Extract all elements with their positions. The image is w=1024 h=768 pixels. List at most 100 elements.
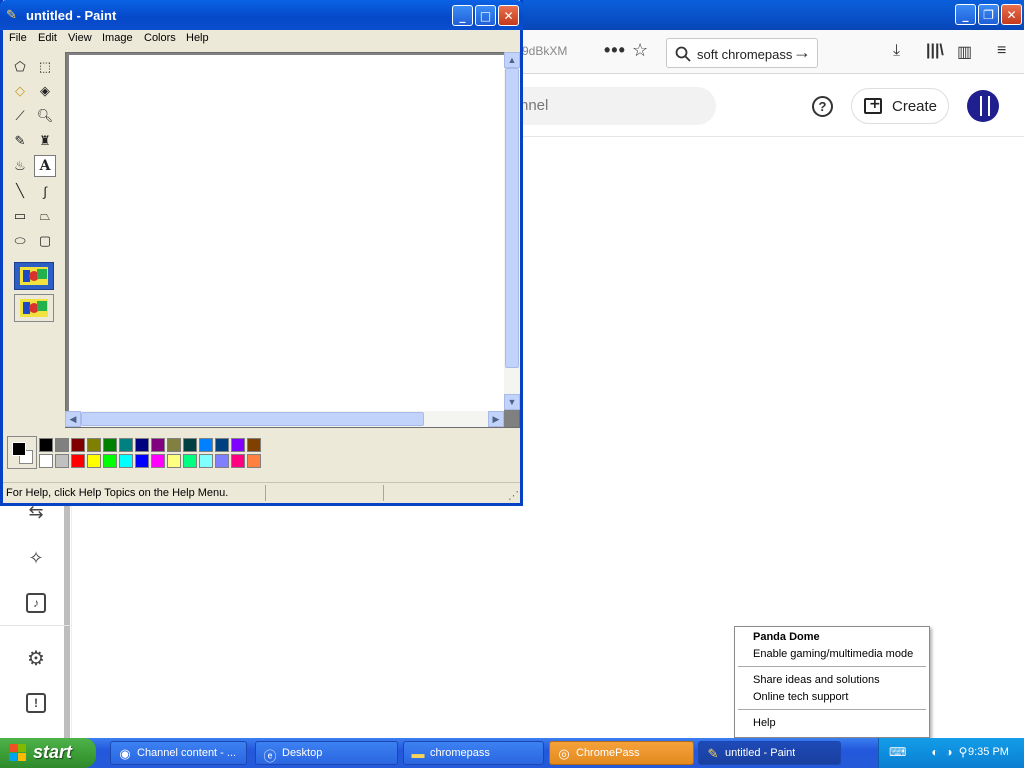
ellipse-icon[interactable]: ⬭ [9, 230, 31, 252]
palette-color-swatch[interactable] [151, 438, 165, 452]
task-paint[interactable]: ✎ untitled - Paint [698, 741, 841, 765]
settings-gear-icon[interactable]: ⚙ [24, 646, 48, 670]
palette-color-swatch[interactable] [167, 454, 181, 468]
task-desktop[interactable]: ⓔ Desktop [255, 741, 398, 765]
palette-color-swatch[interactable] [71, 454, 85, 468]
menu-edit[interactable]: Edit [38, 32, 57, 44]
paint-minimize-button[interactable]: _ [452, 5, 473, 26]
text-tool-icon[interactable]: A [34, 155, 56, 177]
palette-color-swatch[interactable] [103, 454, 117, 468]
drawing-canvas[interactable] [69, 55, 504, 412]
help-icon[interactable]: ? [812, 96, 833, 117]
airbrush-icon[interactable]: ♨ [9, 155, 31, 177]
keyboard-icon[interactable]: ⌨ [889, 745, 906, 761]
menu-title-panda-dome[interactable]: Panda Dome [753, 631, 820, 643]
palette-color-swatch[interactable] [71, 438, 85, 452]
search-go-arrow-icon[interactable]: → [793, 42, 811, 63]
download-icon[interactable]: ⤓ [893, 42, 900, 60]
rectangle-icon[interactable]: ▭ [9, 205, 31, 227]
menu-colors[interactable]: Colors [144, 32, 176, 44]
menu-view[interactable]: View [68, 32, 92, 44]
scroll-left-icon[interactable]: ◀ [65, 411, 81, 427]
palette-color-swatch[interactable] [87, 454, 101, 468]
task-chromepass-app[interactable]: ◎ ChromePass [549, 741, 694, 765]
tool-option-opaque[interactable] [14, 294, 54, 322]
palette-color-swatch[interactable] [119, 454, 133, 468]
palette-color-swatch[interactable] [199, 454, 213, 468]
curve-icon[interactable]: ∫ [34, 180, 56, 202]
pencil-icon[interactable]: ✎ [9, 130, 31, 152]
palette-color-swatch[interactable] [39, 454, 53, 468]
palette-color-swatch[interactable] [247, 454, 261, 468]
palette-color-swatch[interactable] [39, 438, 53, 452]
rounded-rect-icon[interactable]: ▢ [34, 230, 56, 252]
task-channel-content[interactable]: ◉ Channel content - ... [110, 741, 247, 765]
scroll-down-icon[interactable]: ▼ [504, 394, 520, 410]
palette-color-swatch[interactable] [55, 438, 69, 452]
palette-color-swatch[interactable] [247, 438, 261, 452]
create-button[interactable]: Create [851, 88, 949, 124]
magnifier-icon[interactable]: 🔍︎ [34, 105, 56, 127]
vertical-scrollbar[interactable]: ▲ ▼ [504, 52, 520, 410]
url-bar-text[interactable]: 9dBkXM [522, 44, 567, 58]
avatar[interactable] [967, 90, 999, 122]
scroll-right-icon[interactable]: ▶ [488, 411, 504, 427]
palette-color-swatch[interactable] [103, 438, 117, 452]
hamburger-menu-icon[interactable]: ≡ [997, 42, 1006, 60]
audio-library-icon[interactable]: ♪ [26, 593, 46, 613]
menu-file[interactable]: File [9, 32, 27, 44]
free-select-icon[interactable]: ⬠ [9, 56, 31, 78]
browser-close-button[interactable]: ✕ [1001, 4, 1022, 25]
tool-option-transparent[interactable] [14, 262, 54, 290]
start-button[interactable]: start [0, 738, 96, 768]
palette-color-swatch[interactable] [215, 454, 229, 468]
line-icon[interactable]: ╲ [9, 180, 31, 202]
horizontal-scroll-thumb[interactable] [81, 412, 424, 426]
brush-icon[interactable]: ♜ [34, 130, 56, 152]
fill-bucket-icon[interactable]: ◈ [34, 80, 56, 102]
palette-color-swatch[interactable] [135, 438, 149, 452]
palette-color-swatch[interactable] [151, 454, 165, 468]
menu-item-share-ideas[interactable]: Share ideas and solutions [753, 674, 880, 686]
sidebar-scrollbar[interactable] [64, 497, 70, 747]
palette-color-swatch[interactable] [135, 454, 149, 468]
paint-maximize-button[interactable]: □ [475, 5, 496, 26]
eraser-icon[interactable]: ◇ [9, 80, 31, 102]
task-chromepass-folder[interactable]: ▬ chromepass [403, 741, 544, 765]
vertical-scroll-thumb[interactable] [505, 68, 519, 368]
menu-item-gaming-mode[interactable]: Enable gaming/multimedia mode [753, 648, 913, 660]
paint-titlebar[interactable]: ✎ untitled - Paint _ □ ✕ [0, 0, 523, 30]
library-icon[interactable]: |||\ [926, 42, 944, 60]
palette-color-swatch[interactable] [231, 454, 245, 468]
palette-color-swatch[interactable] [183, 454, 197, 468]
palette-color-swatch[interactable] [87, 438, 101, 452]
feedback-icon[interactable]: ! [26, 693, 46, 713]
browser-restore-button[interactable]: ❐ [978, 4, 999, 25]
palette-color-swatch[interactable] [167, 438, 181, 452]
paint-close-button[interactable]: ✕ [498, 5, 519, 26]
sidebar-toggle-icon[interactable]: ▥ [957, 42, 972, 62]
rect-select-icon[interactable]: ⬚ [34, 56, 56, 78]
palette-color-swatch[interactable] [55, 454, 69, 468]
bookmark-star-icon[interactable]: ☆ [632, 40, 648, 61]
browser-search-input[interactable]: soft chromepass → [666, 38, 818, 68]
palette-color-swatch[interactable] [119, 438, 133, 452]
menu-image[interactable]: Image [102, 32, 133, 44]
palette-color-swatch[interactable] [199, 438, 213, 452]
channel-search-input[interactable]: nnel [500, 87, 716, 125]
color-picker-icon[interactable]: ⟋ [9, 105, 31, 127]
resize-grip-icon[interactable]: ⋰ [508, 489, 519, 502]
menu-help[interactable]: Help [186, 32, 209, 44]
paint-title: untitled - Paint [26, 8, 117, 23]
customization-wand-icon[interactable]: ✧ [24, 546, 48, 570]
menu-item-tech-support[interactable]: Online tech support [753, 691, 848, 703]
polygon-icon[interactable]: ⏢ [34, 205, 56, 227]
horizontal-scrollbar[interactable]: ◀ ▶ [65, 411, 504, 427]
palette-color-swatch[interactable] [215, 438, 229, 452]
browser-minimize-button[interactable]: _ [955, 4, 976, 25]
menu-item-help[interactable]: Help [753, 717, 776, 729]
scroll-up-icon[interactable]: ▲ [504, 52, 520, 68]
page-actions-menu-icon[interactable]: ••• [604, 40, 626, 61]
palette-color-swatch[interactable] [183, 438, 197, 452]
palette-color-swatch[interactable] [231, 438, 245, 452]
